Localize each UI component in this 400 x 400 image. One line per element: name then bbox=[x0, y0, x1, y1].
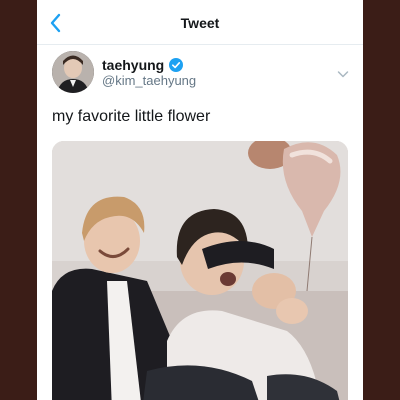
photo-image bbox=[52, 141, 348, 400]
tweet-photo[interactable] bbox=[52, 141, 348, 400]
avatar[interactable] bbox=[52, 51, 94, 93]
verified-badge-icon bbox=[169, 58, 184, 72]
tweet-screen: Tweet taehyung @kim_taehyung my favorite… bbox=[37, 0, 363, 400]
author-name-row: taehyung bbox=[102, 57, 184, 73]
avatar-image bbox=[52, 51, 94, 93]
display-name[interactable]: taehyung bbox=[102, 57, 164, 73]
navigation-bar: Tweet bbox=[37, 0, 363, 45]
tweet-menu-button[interactable] bbox=[337, 66, 349, 78]
chevron-down-icon bbox=[337, 71, 349, 78]
author-handle[interactable]: @kim_taehyung bbox=[102, 73, 196, 88]
page-title: Tweet bbox=[180, 15, 220, 31]
tweet-text: my favorite little flower bbox=[52, 108, 211, 125]
